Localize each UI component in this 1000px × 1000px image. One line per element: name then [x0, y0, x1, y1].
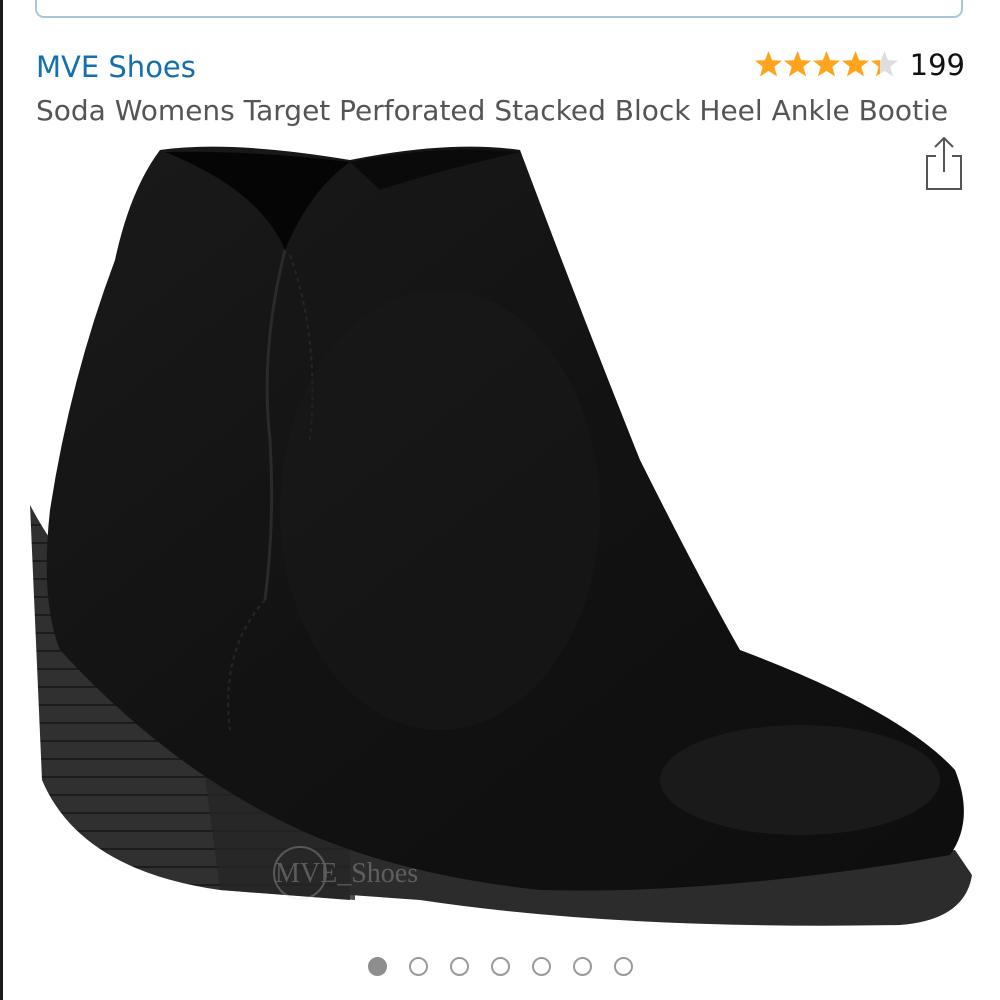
pager-dot-7[interactable]	[613, 957, 633, 976]
product-image[interactable]: MVE_Shoes	[20, 130, 980, 950]
brand-link[interactable]: MVE Shoes	[36, 50, 196, 84]
pager-dot-6[interactable]	[572, 957, 592, 976]
pager-dot-2[interactable]	[408, 957, 428, 976]
pager-dot-1[interactable]	[367, 957, 387, 976]
window-edge	[0, 0, 3, 1000]
product-title: Soda Womens Target Perforated Stacked Bl…	[36, 94, 949, 127]
search-bar[interactable]	[35, 0, 963, 18]
star-rating	[754, 49, 900, 81]
pager-dot-3[interactable]	[449, 957, 469, 976]
rating-summary[interactable]: 199	[754, 48, 965, 82]
pager-dot-4[interactable]	[490, 957, 510, 976]
pager-dot-5[interactable]	[531, 957, 551, 976]
watermark-text: MVE_Shoes	[275, 858, 418, 889]
review-count[interactable]: 199	[910, 48, 965, 82]
stars-icon	[754, 51, 898, 77]
image-pager[interactable]	[0, 957, 1000, 976]
